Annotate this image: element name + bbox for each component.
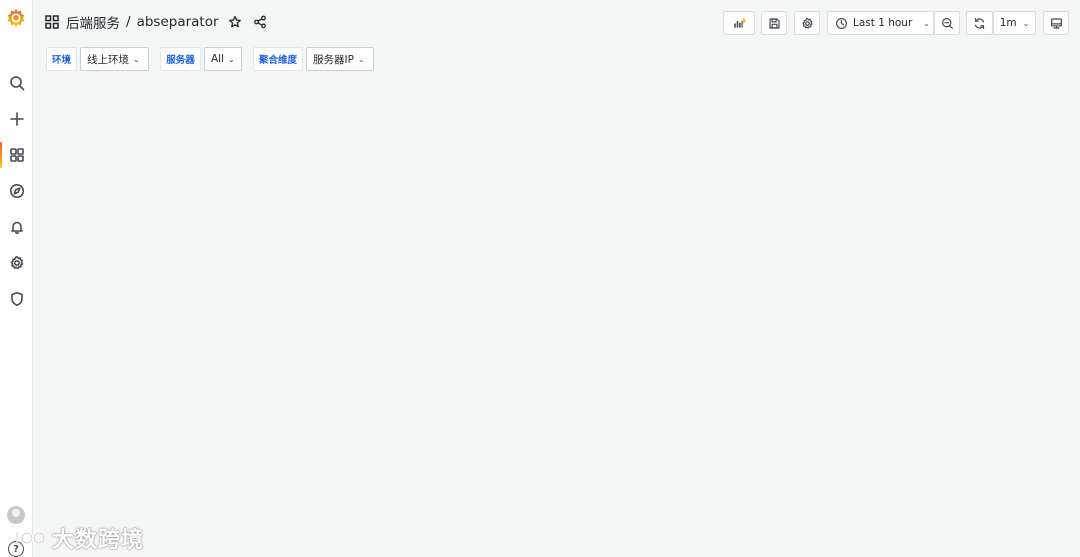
variable-label-environment: 环境 xyxy=(46,47,77,71)
time-range-picker[interactable]: Last 1 hour ⌄ xyxy=(827,11,934,35)
variable-select-aggregation[interactable]: 服务器IP ⌄ xyxy=(306,47,374,71)
top-navbar: 后端服务 / abseparator Last 1 hour ⌄ 1m ⌄ xyxy=(33,0,1080,44)
breadcrumb-folder[interactable]: 后端服务 xyxy=(66,12,120,32)
clock-icon xyxy=(835,17,848,30)
add-panel-button[interactable] xyxy=(723,11,755,35)
variable-value: 线上环境 xyxy=(87,53,129,66)
dashboards-icon[interactable] xyxy=(0,140,33,170)
zoom-out-button[interactable] xyxy=(934,11,960,35)
sidebar: ? xyxy=(0,0,33,557)
dashboard-grid-icon xyxy=(45,15,59,29)
watermark-logo-icon xyxy=(14,524,50,552)
zoom-out-icon xyxy=(941,17,954,30)
chevron-down-icon: ⌄ xyxy=(923,18,930,28)
dashboard-title[interactable]: abseparator xyxy=(137,14,219,30)
explore-icon[interactable] xyxy=(0,176,33,206)
star-icon[interactable] xyxy=(227,14,243,30)
gear-icon xyxy=(801,17,814,30)
refresh-interval-picker[interactable]: 1m ⌄ xyxy=(993,11,1036,35)
tv-mode-button[interactable] xyxy=(1043,11,1069,35)
variable-value: All xyxy=(211,53,225,65)
refresh-icon xyxy=(973,17,986,30)
chevron-down-icon: ⌄ xyxy=(357,54,365,64)
breadcrumb: 后端服务 / abseparator xyxy=(45,12,268,32)
variable-label-server: 服务器 xyxy=(160,47,201,71)
refresh-interval-label: 1m xyxy=(999,17,1017,29)
grafana-logo-icon[interactable] xyxy=(5,7,27,29)
variable-label-aggregation: 聚合维度 xyxy=(253,47,303,71)
refresh-button[interactable] xyxy=(966,11,993,35)
bell-icon[interactable] xyxy=(0,212,33,242)
dashboard-settings-button[interactable] xyxy=(794,11,820,35)
share-icon[interactable] xyxy=(252,14,268,30)
plus-icon[interactable] xyxy=(0,104,33,134)
variable-select-server[interactable]: All ⌄ xyxy=(204,47,242,71)
shield-icon[interactable] xyxy=(0,284,33,314)
chevron-down-icon: ⌄ xyxy=(133,54,140,64)
watermark-text: 大数跨境 xyxy=(52,528,145,553)
chevron-down-icon: ⌄ xyxy=(1022,18,1030,28)
chevron-down-icon: ⌄ xyxy=(228,54,235,64)
gear-icon[interactable] xyxy=(0,248,33,278)
monitor-icon xyxy=(1050,17,1063,30)
save-dashboard-button[interactable] xyxy=(761,11,787,35)
variable-select-environment[interactable]: 线上环境 ⌄ xyxy=(80,47,149,71)
search-icon[interactable] xyxy=(0,68,33,98)
watermark: 大数跨境 xyxy=(14,522,144,554)
breadcrumb-separator: / xyxy=(126,14,131,30)
time-range-label: Last 1 hour xyxy=(853,17,913,29)
variable-value: 服务器IP xyxy=(313,53,354,66)
